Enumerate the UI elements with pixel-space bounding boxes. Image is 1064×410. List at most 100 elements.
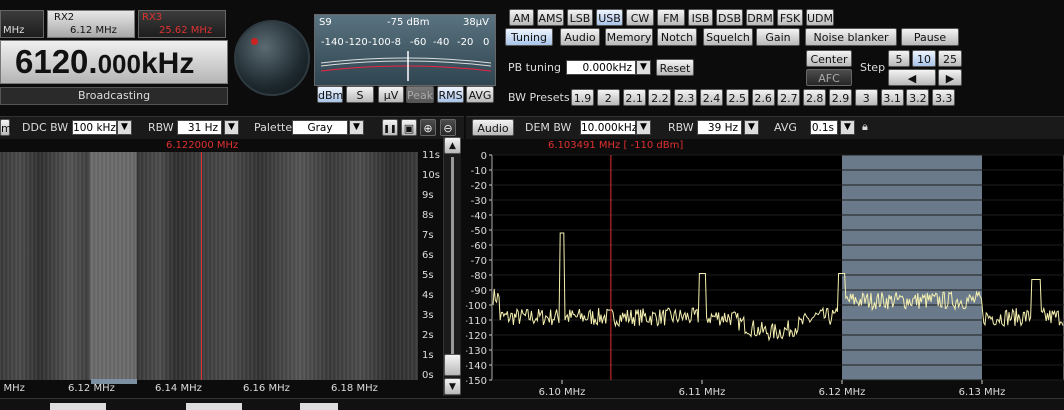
waterfall-freq-tick: 6.16 MHz bbox=[243, 383, 290, 394]
tab-noise-blanker[interactable]: Noise blanker bbox=[805, 28, 897, 46]
tuning-knob[interactable] bbox=[234, 20, 310, 96]
mode-fm-button[interactable]: FM bbox=[657, 9, 685, 26]
meter-avg-button[interactable]: AVG bbox=[466, 86, 494, 103]
waterfall-freq-axis: 6.10 MHz 6.12 MHz 6.14 MHz 6.16 MHz 6.18… bbox=[0, 382, 440, 396]
lock-icon[interactable]: 🔒︎ bbox=[862, 120, 874, 134]
waterfall-marker-line bbox=[201, 152, 202, 380]
bw-preset-2-3-button[interactable]: 2.3 bbox=[674, 89, 698, 106]
meter-peak-button[interactable]: Peak bbox=[406, 86, 434, 103]
zoom-in-icon: ⊕ bbox=[423, 122, 433, 135]
bw-preset-3-button[interactable]: 3 bbox=[854, 89, 878, 106]
save-button[interactable]: ▣ bbox=[401, 119, 417, 136]
step-5-button[interactable]: 5 bbox=[888, 50, 910, 67]
zoom-in-button[interactable]: ⊕ bbox=[420, 119, 436, 136]
tab-memory[interactable]: Memory bbox=[605, 28, 653, 46]
tab-notch[interactable]: Notch bbox=[657, 28, 697, 46]
ddc-bw-field[interactable]: 100 kHz bbox=[72, 120, 117, 135]
step-10-button[interactable]: 10 bbox=[912, 50, 936, 67]
rx-tab-rx2[interactable]: RX2 6.12 MHz bbox=[47, 10, 135, 38]
time-tick: 10s bbox=[422, 170, 440, 181]
mode-udm-button[interactable]: UDM bbox=[806, 9, 834, 26]
bw-preset-2-8-button[interactable]: 2.8 bbox=[803, 89, 827, 106]
spectrum-y-tick: 0 bbox=[481, 151, 487, 162]
mode-drm-button[interactable]: DRM bbox=[746, 9, 774, 26]
dem-bw-field[interactable]: 10.000kHz bbox=[580, 120, 637, 135]
pause-waterfall-button[interactable]: ❚❚ bbox=[382, 119, 398, 136]
rx-tab-rx1[interactable]: MHz bbox=[0, 10, 44, 38]
meter-tick: -8 bbox=[391, 37, 401, 48]
bw-preset-3-2-button[interactable]: 3.2 bbox=[906, 89, 930, 106]
audio-button[interactable]: Audio bbox=[472, 119, 514, 136]
tab-audio[interactable]: Audio bbox=[560, 28, 600, 46]
frequency-unit: kHz bbox=[140, 47, 195, 80]
scroll-thumb[interactable] bbox=[444, 354, 461, 376]
bw-preset-2-7-button[interactable]: 2.7 bbox=[777, 89, 801, 106]
ddc-rbw-dropdown[interactable]: ▼ bbox=[224, 120, 239, 135]
step-left-button[interactable]: ◀ bbox=[888, 69, 936, 86]
mode-fsk-button[interactable]: FSK bbox=[777, 9, 803, 26]
time-tick: 7s bbox=[422, 230, 434, 241]
waterfall-display[interactable] bbox=[0, 152, 418, 380]
scroll-track bbox=[451, 157, 454, 357]
audio-rbw-field[interactable]: 39 Hz bbox=[697, 120, 742, 135]
mode-lsb-button[interactable]: LSB bbox=[567, 9, 593, 26]
mode-am-button[interactable]: AM bbox=[509, 9, 534, 26]
center-button[interactable]: Center bbox=[806, 50, 852, 67]
scroll-up-button[interactable]: ▲ bbox=[444, 137, 461, 154]
palette-dropdown[interactable]: ▼ bbox=[349, 120, 364, 135]
meter-s-button[interactable]: S bbox=[346, 86, 374, 103]
spectrum-display[interactable]: 0 -10 -20 -30 -40 -50 -60 -70 -80 -90 -100 -110 -120… bbox=[466, 148, 1064, 398]
knob-dot-icon bbox=[251, 38, 258, 45]
step-25-button[interactable]: 25 bbox=[938, 50, 962, 67]
frequency-display[interactable]: 6120.000kHz bbox=[0, 40, 228, 84]
bw-preset-2-4-button[interactable]: 2.4 bbox=[700, 89, 723, 106]
waterfall-scrollbar[interactable]: ▲ ▼ bbox=[443, 137, 461, 396]
mode-cw-button[interactable]: CW bbox=[626, 9, 654, 26]
avg-dropdown[interactable]: ▼ bbox=[840, 120, 855, 135]
audio-rbw-dropdown[interactable]: ▼ bbox=[744, 120, 759, 135]
time-tick: 1s bbox=[422, 350, 434, 361]
bw-preset-2-1-button[interactable]: 2.1 bbox=[622, 89, 646, 106]
zoom-out-button[interactable]: ⊖ bbox=[440, 119, 456, 136]
ddc-rbw-field[interactable]: 31 Hz bbox=[177, 120, 222, 135]
scroll-down-button[interactable]: ▼ bbox=[444, 378, 461, 395]
mode-dsb-button[interactable]: DSB bbox=[716, 9, 743, 26]
bw-presets-label: BW Presets bbox=[508, 91, 570, 104]
bw-preset-1-9-button[interactable]: 1.9 bbox=[571, 89, 594, 106]
meter-tick: -140 bbox=[321, 37, 344, 48]
dem-bw-dropdown[interactable]: ▼ bbox=[636, 120, 651, 135]
bw-preset-2-5-button[interactable]: 2.5 bbox=[725, 89, 749, 106]
rx-tab-rx3[interactable]: RX3 25.62 MHz bbox=[138, 10, 226, 38]
palette-field[interactable]: Gray bbox=[292, 120, 348, 135]
step-label: Step bbox=[860, 61, 886, 74]
bw-preset-3-1-button[interactable]: 3.1 bbox=[880, 89, 904, 106]
avg-field[interactable]: 0.1s bbox=[810, 120, 838, 135]
step-right-button[interactable]: ▶ bbox=[938, 69, 962, 86]
afc-button[interactable]: AFC bbox=[806, 69, 852, 86]
pb-tuning-dropdown[interactable]: ▼ bbox=[636, 60, 651, 75]
ddc-first-button[interactable]: m bbox=[0, 119, 12, 136]
bw-preset-2-button[interactable]: 2 bbox=[596, 89, 620, 106]
mode-isb-button[interactable]: ISB bbox=[688, 9, 713, 26]
meter-uv-button[interactable]: µV bbox=[378, 86, 404, 103]
tab-gain[interactable]: Gain bbox=[756, 28, 800, 46]
bw-preset-2-9-button[interactable]: 2.9 bbox=[829, 89, 852, 106]
meter-dbm-button[interactable]: dBm bbox=[317, 86, 343, 103]
tab-pause[interactable]: Pause bbox=[901, 28, 959, 46]
mode-usb-button[interactable]: USB bbox=[596, 9, 623, 26]
bw-preset-2-6-button[interactable]: 2.6 bbox=[751, 89, 775, 106]
time-tick: 9s bbox=[422, 190, 434, 201]
pb-tuning-field[interactable]: 0.000kHz bbox=[566, 60, 636, 75]
chevron-down-icon: ▼ bbox=[640, 62, 647, 72]
mode-ams-button[interactable]: AMS bbox=[537, 9, 564, 26]
tab-tuning[interactable]: Tuning bbox=[505, 28, 553, 46]
ddc-bw-dropdown[interactable]: ▼ bbox=[117, 120, 132, 135]
tab-squelch[interactable]: Squelch bbox=[703, 28, 753, 46]
meter-rms-button[interactable]: RMS bbox=[437, 86, 464, 103]
pb-reset-button[interactable]: Reset bbox=[656, 59, 694, 76]
bw-preset-3-3-button[interactable]: 3.3 bbox=[932, 89, 956, 106]
floppy-disk-icon: ▣ bbox=[403, 122, 415, 135]
band-label-box: Broadcasting bbox=[0, 87, 228, 105]
bw-preset-2-2-button[interactable]: 2.2 bbox=[648, 89, 672, 106]
spectrum-y-tick: -150 bbox=[466, 376, 487, 387]
